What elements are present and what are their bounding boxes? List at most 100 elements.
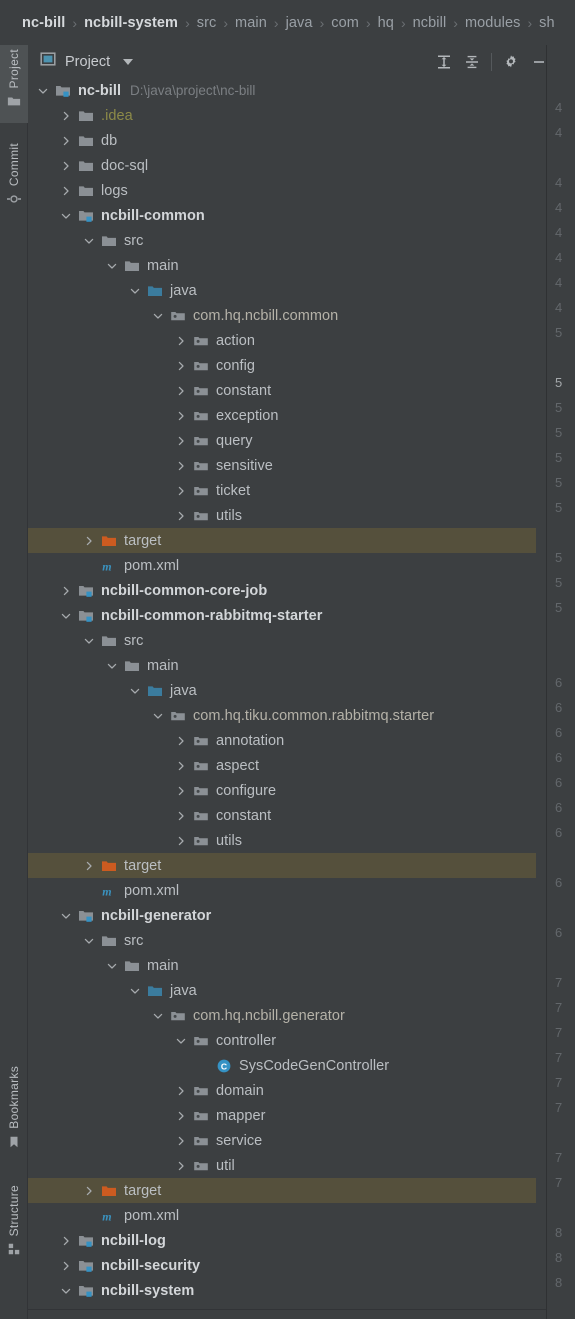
tree-row[interactable]: action xyxy=(28,328,546,353)
strip-button-structure[interactable]: Structure xyxy=(0,1185,28,1256)
breadcrumb-item-java[interactable]: java xyxy=(286,15,313,31)
breadcrumb-item-nc-bill[interactable]: nc-bill xyxy=(22,15,65,31)
chevron-down-icon[interactable] xyxy=(123,53,134,71)
tree-row[interactable]: config xyxy=(28,353,546,378)
tree-row[interactable]: util xyxy=(28,1153,546,1178)
breadcrumb-item-ncbill[interactable]: ncbill xyxy=(413,15,447,31)
chevron-down-icon[interactable] xyxy=(84,636,94,646)
tree-row[interactable]: ncbill-log xyxy=(28,1228,546,1253)
chevron-right-icon[interactable] xyxy=(176,1136,186,1146)
tree-row[interactable]: annotation xyxy=(28,728,546,753)
tree-row[interactable]: src xyxy=(28,628,546,653)
tree-row[interactable]: src xyxy=(28,228,546,253)
chevron-right-icon[interactable] xyxy=(84,1186,94,1196)
strip-button-bookmarks[interactable]: Bookmarks xyxy=(0,1066,28,1149)
tree-row[interactable]: m pom.xml xyxy=(28,878,546,903)
tree-row[interactable]: controller xyxy=(28,1028,546,1053)
chevron-right-icon[interactable] xyxy=(176,411,186,421)
chevron-right-icon[interactable] xyxy=(176,1086,186,1096)
tree-row[interactable]: utils xyxy=(28,503,546,528)
tree-row[interactable]: ncbill-common xyxy=(28,203,546,228)
tree-row[interactable]: db xyxy=(28,128,546,153)
chevron-right-icon[interactable] xyxy=(176,811,186,821)
chevron-right-icon[interactable] xyxy=(176,836,186,846)
tree-row[interactable]: main xyxy=(28,653,546,678)
chevron-right-icon[interactable] xyxy=(61,161,71,171)
chevron-down-icon[interactable] xyxy=(130,286,140,296)
tree-row[interactable]: com.hq.ncbill.generator xyxy=(28,1003,546,1028)
strip-button-project[interactable]: Project xyxy=(0,49,28,108)
tree-row[interactable]: exception xyxy=(28,403,546,428)
chevron-right-icon[interactable] xyxy=(61,136,71,146)
tree-row[interactable]: main xyxy=(28,953,546,978)
tree-row[interactable]: m pom.xml xyxy=(28,1203,546,1228)
tree-row[interactable]: target xyxy=(28,1178,546,1203)
tree-row[interactable]: ncbill-common-rabbitmq-starter xyxy=(28,603,546,628)
chevron-right-icon[interactable] xyxy=(176,361,186,371)
tree-row[interactable]: constant xyxy=(28,803,546,828)
tree-row[interactable]: logs xyxy=(28,178,546,203)
tree-row[interactable]: target xyxy=(28,853,546,878)
chevron-right-icon[interactable] xyxy=(84,536,94,546)
chevron-down-icon[interactable] xyxy=(61,211,71,221)
tree-row[interactable]: nc-bill D:\java\project\nc-bill xyxy=(28,78,546,103)
tree-scrollbar-track[interactable] xyxy=(536,78,546,1319)
chevron-down-icon[interactable] xyxy=(153,711,163,721)
tree-row[interactable]: src xyxy=(28,928,546,953)
gear-icon[interactable] xyxy=(497,48,525,76)
chevron-right-icon[interactable] xyxy=(61,1261,71,1271)
chevron-right-icon[interactable] xyxy=(176,461,186,471)
tree-row[interactable]: aspect xyxy=(28,753,546,778)
tree-row[interactable]: query xyxy=(28,428,546,453)
breadcrumb-item-com[interactable]: com xyxy=(331,15,359,31)
tree-row[interactable]: com.hq.ncbill.common xyxy=(28,303,546,328)
chevron-right-icon[interactable] xyxy=(61,586,71,596)
chevron-down-icon[interactable] xyxy=(61,611,71,621)
tree-row[interactable]: ncbill-system xyxy=(28,1278,546,1303)
chevron-down-icon[interactable] xyxy=(176,1036,186,1046)
chevron-right-icon[interactable] xyxy=(61,111,71,121)
chevron-right-icon[interactable] xyxy=(176,336,186,346)
breadcrumb-item-modules[interactable]: modules xyxy=(465,15,521,31)
breadcrumb-item-sh[interactable]: sh xyxy=(539,15,555,31)
breadcrumb-item-main[interactable]: main xyxy=(235,15,267,31)
tree-row[interactable]: ncbill-generator xyxy=(28,903,546,928)
project-tree[interactable]: nc-bill D:\java\project\nc-bill .idea db doc… xyxy=(28,78,546,1319)
chevron-down-icon[interactable] xyxy=(153,311,163,321)
chevron-right-icon[interactable] xyxy=(176,1161,186,1171)
tree-row[interactable]: java xyxy=(28,278,546,303)
breadcrumb-item-ncbill-system[interactable]: ncbill-system xyxy=(84,15,178,31)
chevron-down-icon[interactable] xyxy=(130,686,140,696)
breadcrumb-item-src[interactable]: src xyxy=(197,15,217,31)
tree-row[interactable]: java xyxy=(28,678,546,703)
chevron-down-icon[interactable] xyxy=(130,986,140,996)
tree-row[interactable]: sensitive xyxy=(28,453,546,478)
chevron-down-icon[interactable] xyxy=(153,1011,163,1021)
chevron-right-icon[interactable] xyxy=(176,1111,186,1121)
tree-row[interactable]: service xyxy=(28,1128,546,1153)
tree-row[interactable]: target xyxy=(28,528,546,553)
collapse-all-button[interactable] xyxy=(458,48,486,76)
chevron-down-icon[interactable] xyxy=(107,261,117,271)
tree-row[interactable]: mapper xyxy=(28,1103,546,1128)
chevron-down-icon[interactable] xyxy=(84,236,94,246)
chevron-right-icon[interactable] xyxy=(176,736,186,746)
chevron-down-icon[interactable] xyxy=(61,911,71,921)
tree-row[interactable]: ticket xyxy=(28,478,546,503)
chevron-right-icon[interactable] xyxy=(176,436,186,446)
tree-row[interactable]: configure xyxy=(28,778,546,803)
tree-row[interactable]: ncbill-common-core-job xyxy=(28,578,546,603)
chevron-down-icon[interactable] xyxy=(107,961,117,971)
tree-row[interactable]: .idea xyxy=(28,103,546,128)
tree-row[interactable]: main xyxy=(28,253,546,278)
tree-row[interactable]: C SysCodeGenController xyxy=(28,1053,546,1078)
chevron-right-icon[interactable] xyxy=(176,486,186,496)
tree-row[interactable]: m pom.xml xyxy=(28,553,546,578)
tree-row[interactable]: doc-sql xyxy=(28,153,546,178)
strip-button-commit[interactable]: Commit xyxy=(0,143,28,206)
tree-row[interactable]: com.hq.tiku.common.rabbitmq.starter xyxy=(28,703,546,728)
chevron-right-icon[interactable] xyxy=(176,511,186,521)
chevron-right-icon[interactable] xyxy=(176,386,186,396)
chevron-right-icon[interactable] xyxy=(61,186,71,196)
tree-row[interactable]: domain xyxy=(28,1078,546,1103)
